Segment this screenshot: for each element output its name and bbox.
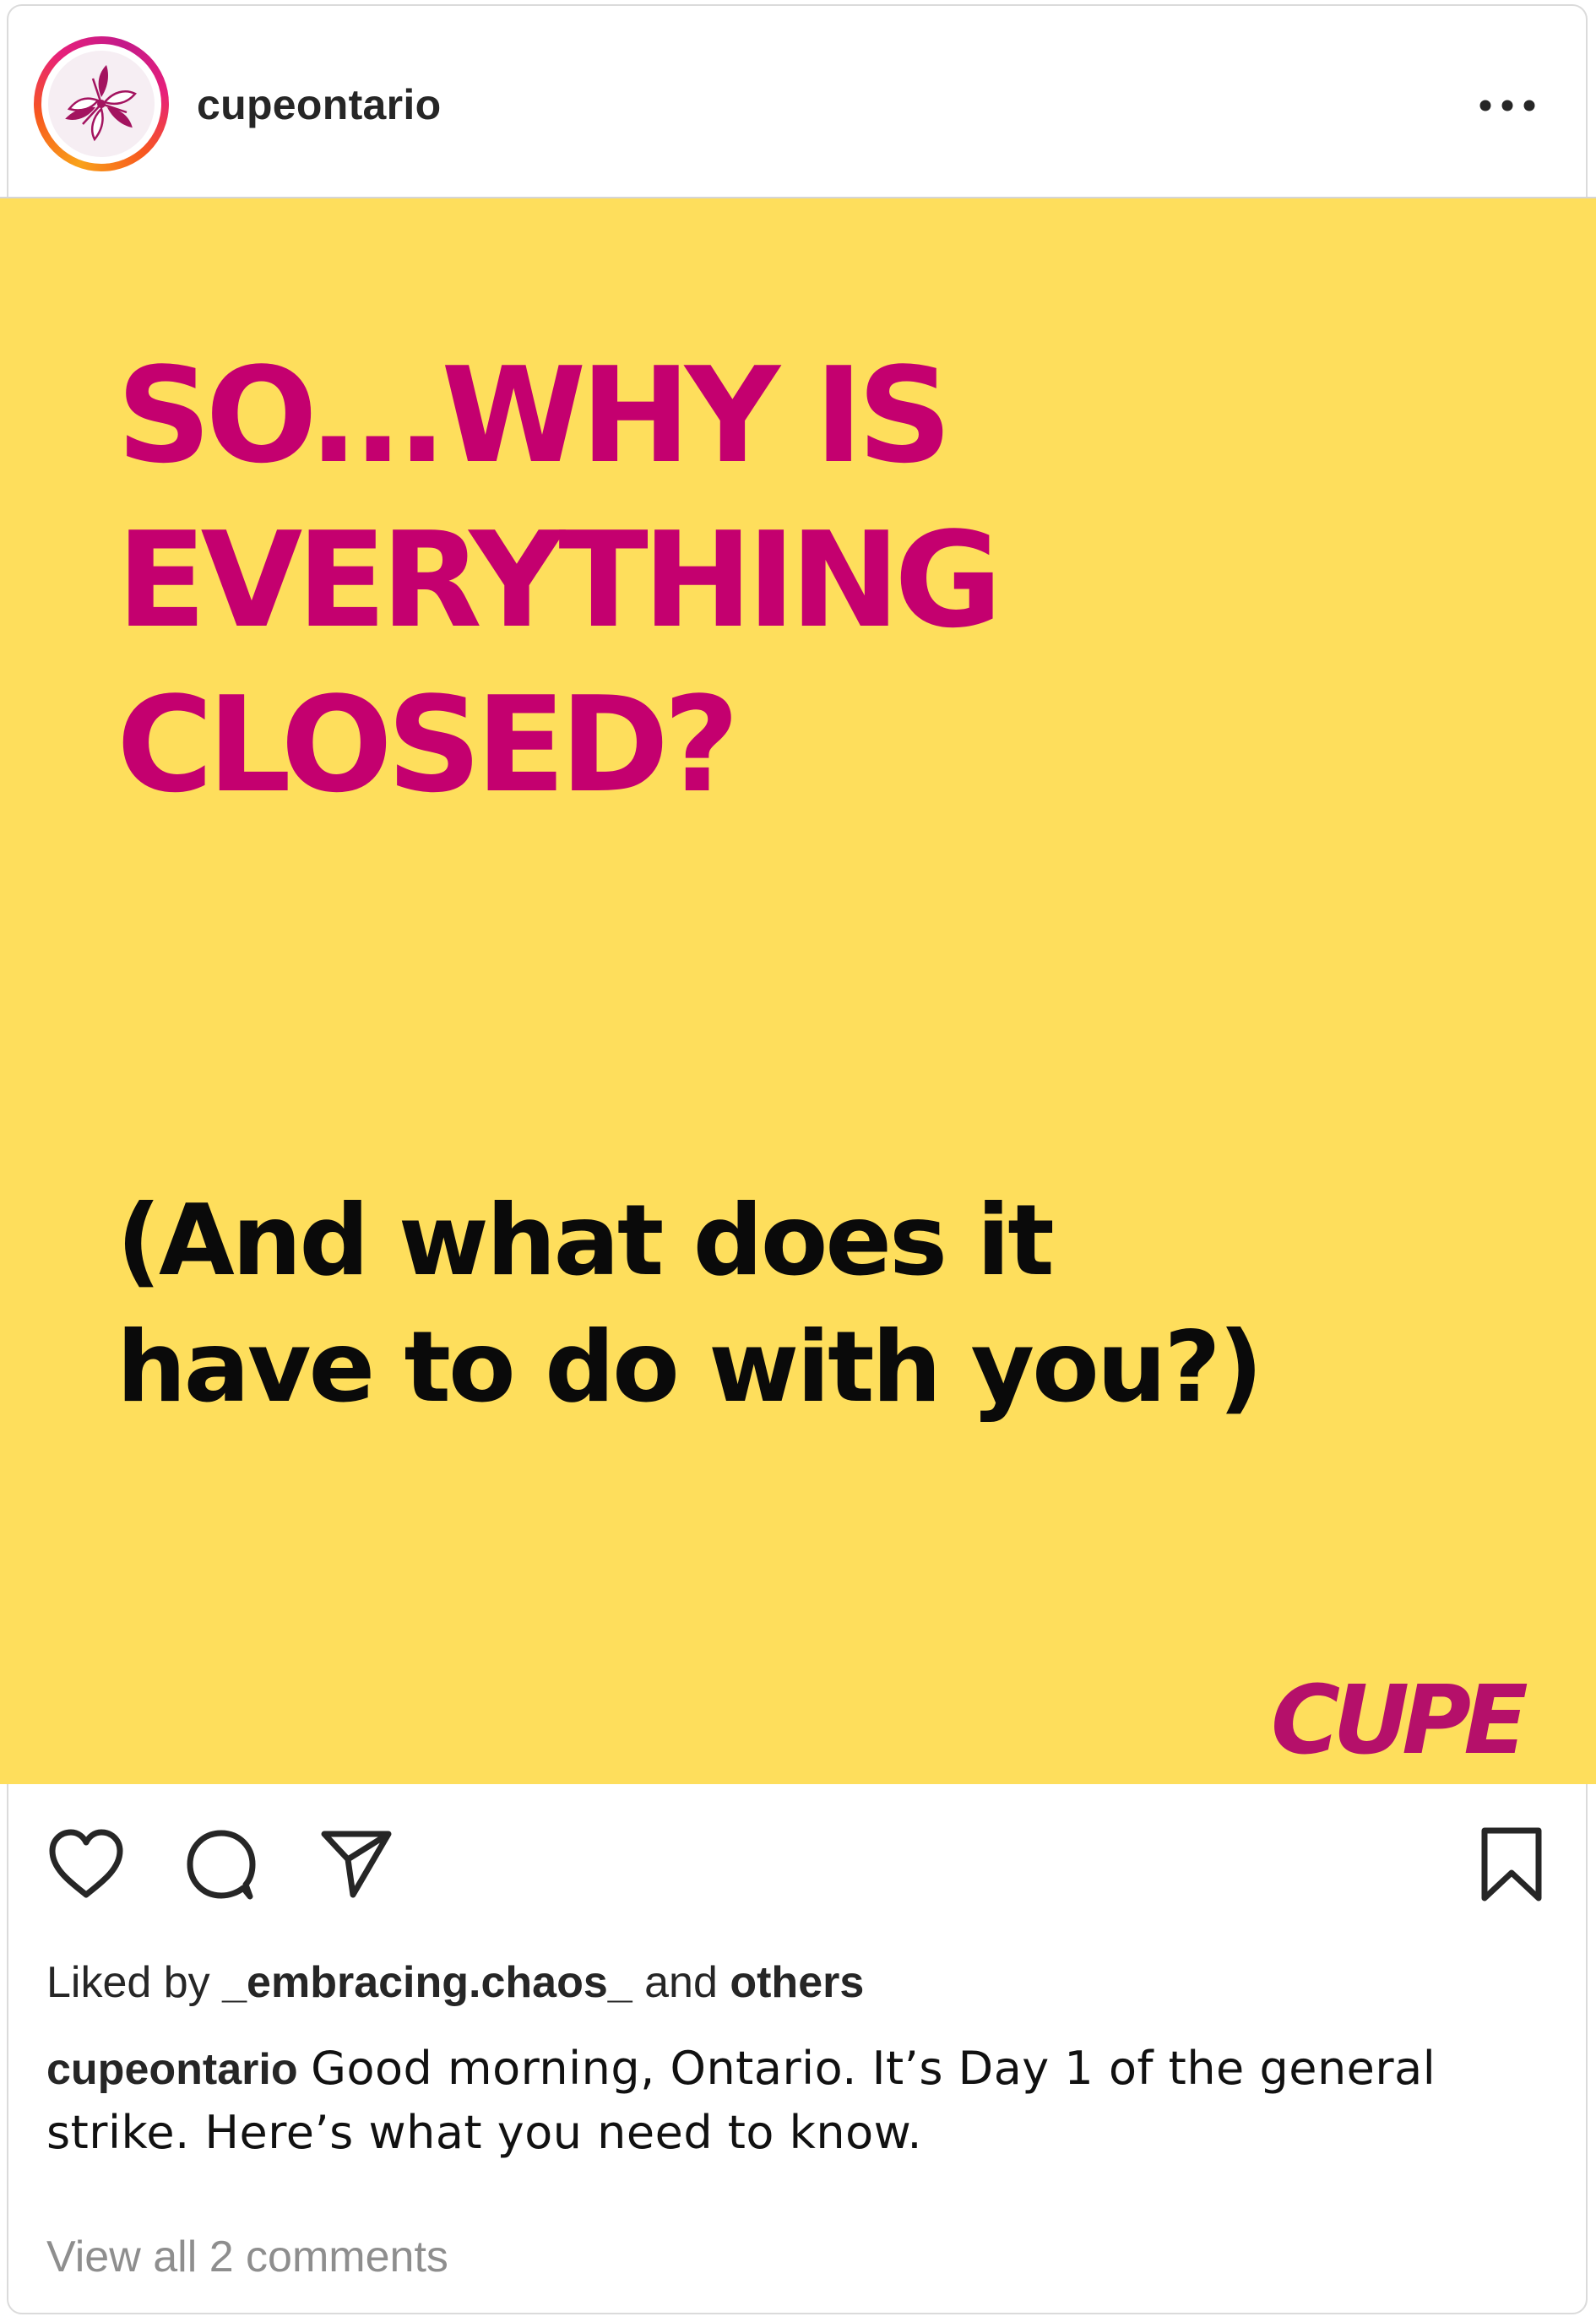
trillium-logo-icon [65,65,137,142]
post-header: cupeontario [0,4,1596,198]
more-options-button[interactable] [1474,84,1541,127]
headline-line: SO...WHY IS [117,339,953,492]
post-author-username[interactable]: cupeontario [197,80,441,129]
likes-prefix: Liked by [46,1958,223,2007]
liked-by-user-link[interactable]: _embracing.chaos_ [222,1958,632,2007]
like-button[interactable] [44,1822,128,1907]
bookmark-icon [1481,1827,1542,1902]
subhead-line: (And what does it [117,1184,1055,1298]
cupe-logo: CUPE [1271,1666,1528,1776]
post-headline: SO...WHY IS EVERYTHING CLOSED? [117,334,1383,827]
headline-line: CLOSED? [117,668,740,822]
caption-username[interactable]: cupeontario [46,2045,298,2094]
post-caption: cupeontario Good morning, Ontario. It’s … [46,2037,1550,2164]
share-button[interactable] [314,1820,399,1905]
comment-icon [187,1830,256,1900]
subhead-line: have to do with you?) [117,1310,1263,1424]
post-subheadline: (And what does it have to do with you?) [117,1178,1468,1431]
likes-middle: and [632,1958,730,2007]
view-all-comments-link[interactable]: View all 2 comments [46,2232,448,2282]
heart-icon [49,1829,123,1898]
share-icon [321,1831,392,1898]
headline-line: EVERYTHING [117,503,1002,657]
more-options-icon [1479,100,1535,111]
avatar[interactable] [34,36,169,171]
likes-others-link[interactable]: others [730,1958,864,2007]
save-button[interactable] [1469,1822,1554,1907]
comment-button[interactable] [179,1822,263,1907]
likes-summary: Liked by _embracing.chaos_ and others [46,1957,864,2008]
